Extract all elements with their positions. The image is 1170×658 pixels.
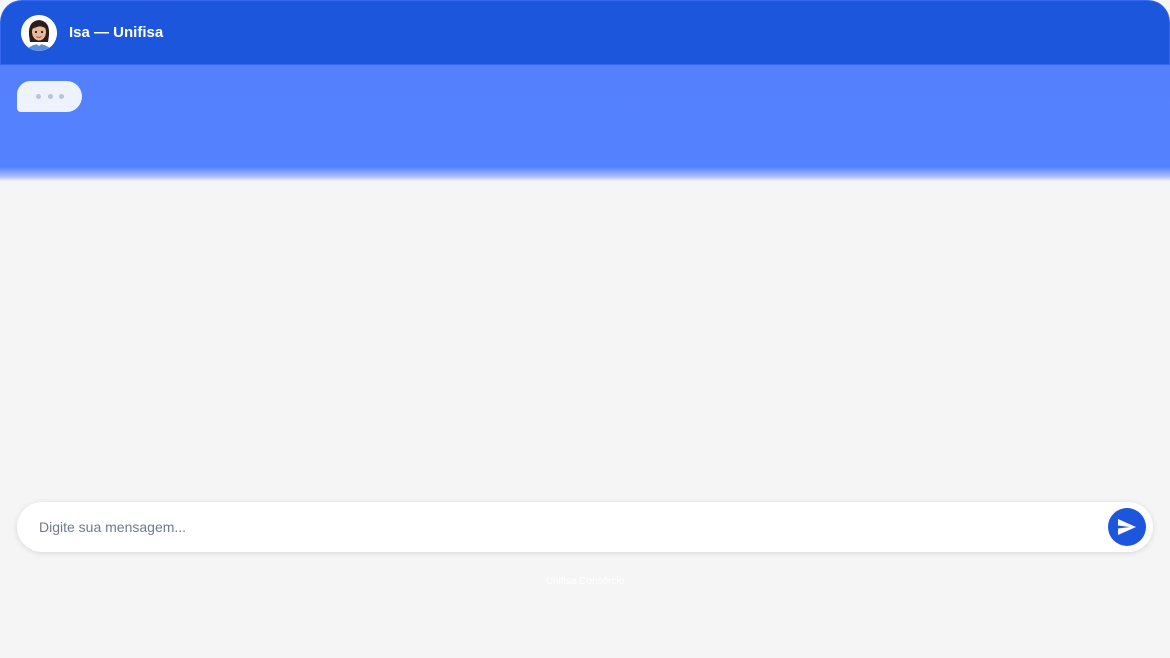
typing-dot-icon [36, 94, 41, 99]
typing-dot-icon [59, 94, 64, 99]
chat-header: Isa — Unifisa [0, 0, 1170, 65]
footer-note: Unifisa Consórcio [545, 576, 625, 587]
message-composer [17, 502, 1153, 552]
typing-indicator [17, 81, 82, 112]
chat-title: Isa — Unifisa [69, 24, 164, 41]
message-input[interactable] [39, 512, 1099, 542]
messages-area [0, 65, 1170, 181]
typing-dot-icon [48, 94, 53, 99]
chat-window: Isa — Unifisa Unifisa Consórcio [0, 0, 1170, 600]
send-icon [1118, 519, 1136, 535]
assistant-avatar-icon [21, 15, 57, 51]
send-button[interactable] [1108, 508, 1146, 546]
